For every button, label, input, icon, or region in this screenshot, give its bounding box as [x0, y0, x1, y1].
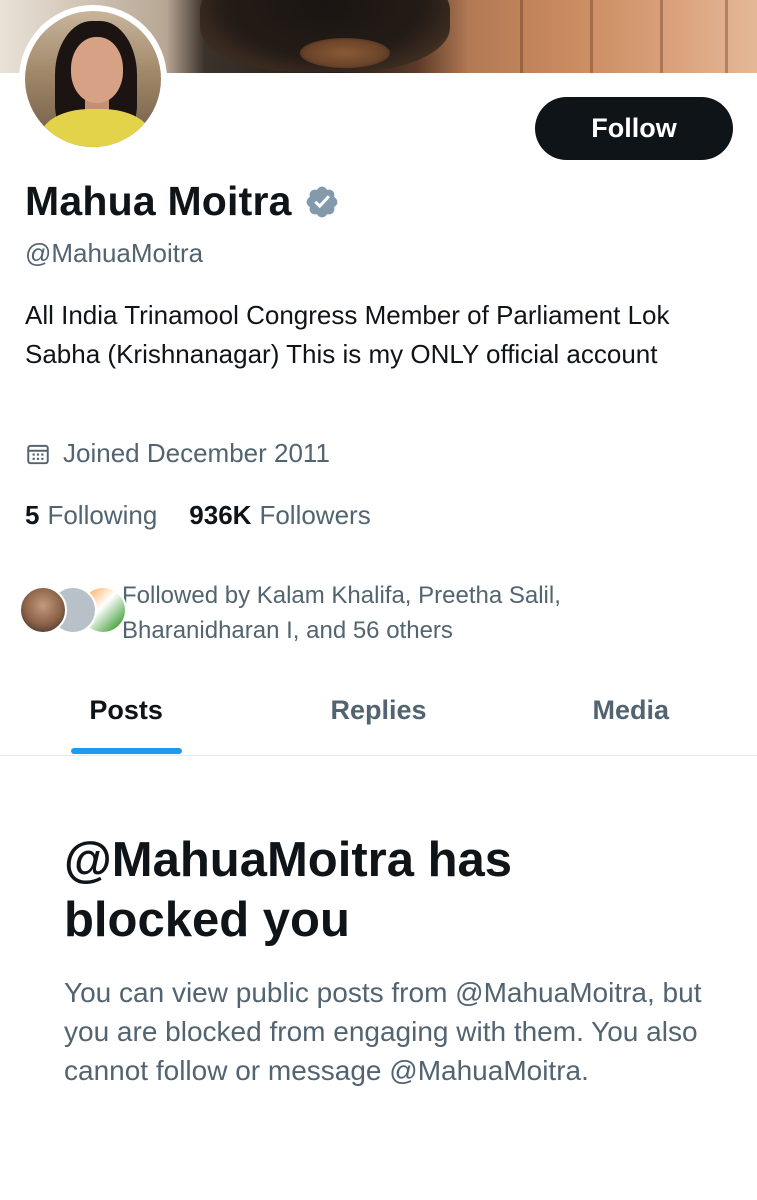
- tab-media[interactable]: Media: [505, 680, 757, 755]
- profile-avatar[interactable]: [19, 5, 167, 153]
- following-label: Following: [47, 500, 158, 530]
- following-link[interactable]: 5 Following: [25, 500, 157, 531]
- followed-by[interactable]: Followed by Kalam Khalifa, Preetha Salil…: [19, 578, 642, 648]
- follow-stats: 5 Following 936K Followers: [25, 500, 403, 531]
- joined-date-text: Joined December 2011: [63, 438, 330, 468]
- followed-by-avatars: [19, 578, 127, 634]
- profile-tabs: Posts Replies Media: [0, 680, 757, 756]
- followed-by-text: Followed by Kalam Khalifa, Preetha Salil…: [122, 582, 561, 644]
- profile-handle: @MahuaMoitra: [25, 238, 204, 268]
- verified-badge-icon[interactable]: [304, 184, 340, 220]
- tab-posts[interactable]: Posts: [0, 680, 252, 755]
- calendar-icon: [27, 444, 49, 464]
- followers-label: Followers: [259, 500, 371, 530]
- joined-date: Joined December 2011: [25, 438, 330, 469]
- following-count: 5: [25, 500, 40, 530]
- profile-name-row: Mahua Moitra: [25, 178, 340, 225]
- blocked-title: @MahuaMoitra has blocked you: [64, 833, 513, 947]
- profile-bio: All India Trinamool Congress Member of P…: [25, 300, 670, 369]
- followers-count: 936K: [189, 500, 252, 530]
- active-tab-indicator: [71, 748, 182, 754]
- blocked-description: You can view public posts from @MahuaMoi…: [64, 977, 702, 1086]
- profile-page: Follow Mahua Moitra @MahuaMoitra All Ind…: [0, 0, 757, 1200]
- profile-name: Mahua Moitra: [25, 178, 292, 224]
- followers-link[interactable]: 936K Followers: [189, 500, 370, 531]
- tab-replies[interactable]: Replies: [252, 680, 504, 755]
- follow-button[interactable]: Follow: [535, 97, 733, 160]
- follower-avatar: [19, 586, 67, 634]
